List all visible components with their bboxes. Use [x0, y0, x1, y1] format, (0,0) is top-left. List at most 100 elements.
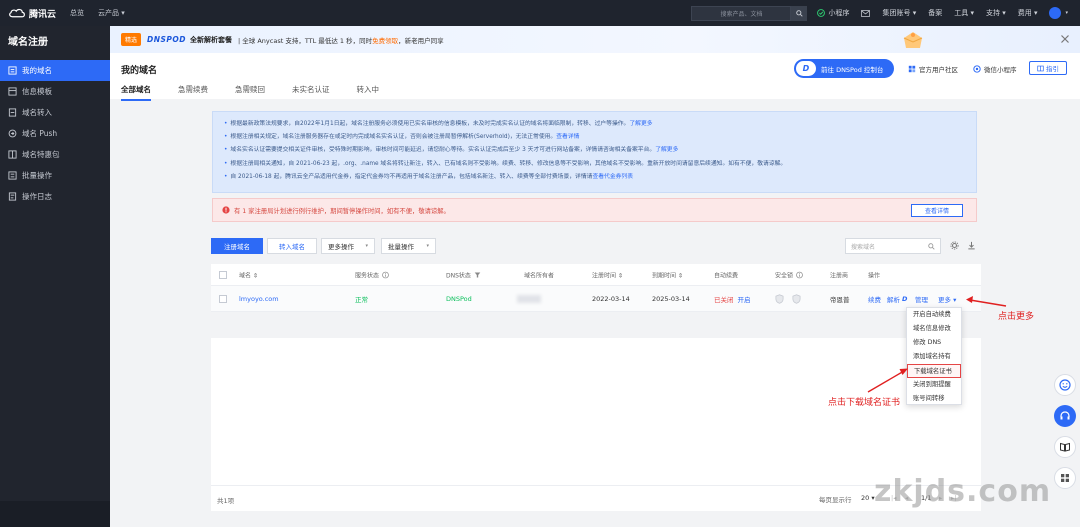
checkbox[interactable] [219, 270, 227, 279]
dnspod-small-logo-icon: D [902, 294, 908, 303]
sidebar-item-templates[interactable]: 信息模板 [0, 81, 110, 102]
notice-link[interactable]: 了解更多 [655, 147, 678, 153]
notice-link[interactable]: 查看代金券列表 [592, 174, 633, 180]
alert-details-button[interactable]: 查看详情 [911, 204, 963, 217]
sidebar-item-label: 域名 Push [22, 129, 58, 138]
col-security-lock-label: 安全锁 [775, 272, 794, 279]
sidebar-item-transfer[interactable]: 域名转入 [0, 102, 110, 123]
auto-renew-enable-link[interactable]: 开启 [738, 294, 751, 304]
user-menu[interactable]: ▾ [1049, 7, 1068, 19]
top-mail[interactable] [861, 9, 871, 17]
shield-icon[interactable] [775, 293, 784, 304]
sidebar-item-batch[interactable]: 批量操作 [0, 165, 110, 186]
close-icon[interactable] [1060, 34, 1070, 44]
dnspod-console-button[interactable]: D 前往 DNSPod 控制台 [794, 59, 894, 78]
sidebar-item-push[interactable]: 域名 Push [0, 123, 110, 144]
top-mini-program-label: 小程序 [828, 9, 850, 17]
row-checkbox[interactable] [219, 294, 227, 303]
promo-banner[interactable]: 精选 DNSPOD 全新解析套餐 | 全球 Anycast 支持，TTL 最低达… [110, 26, 1080, 53]
menu-add-domain-holder[interactable]: 添加域名持有 [907, 350, 961, 364]
renew-link[interactable]: 续费 [868, 294, 881, 304]
dnspod-logo-icon: D [796, 61, 816, 76]
register-domain-button[interactable]: 注册域名 [211, 238, 263, 254]
feedback-float-button[interactable] [1054, 374, 1076, 396]
menu-disable-expiry-reminder[interactable]: 关闭到期提醒 [907, 378, 961, 392]
menu-download-certificate[interactable]: 下载域名证书 [907, 364, 961, 378]
domain-name-link[interactable]: lmyoyo.com [239, 295, 279, 303]
transfer-domain-button[interactable]: 转入域名 [267, 238, 317, 254]
col-service-status-label: 服务状态 [355, 272, 380, 279]
page-size-select[interactable]: 20 ▾ [861, 494, 875, 502]
batch-operations-select[interactable]: 批量操作 ▾ [381, 238, 436, 254]
top-group-account[interactable]: 集团账号 ▾ [882, 8, 916, 18]
select-all-checkbox[interactable] [219, 270, 227, 279]
domain-table: 域名 ⇕ 服务状态 DNS状态 域名所有者 注册时间 ⇕ 到期时间 ⇕ 自动续费… [211, 264, 981, 312]
notice-line: • 自 2021-06-18 起，腾讯云全产品适用代金券，指定代金券均不再适用于域… [224, 171, 976, 184]
download-icon[interactable] [967, 241, 976, 250]
notice-link[interactable]: 了解更多 [629, 121, 652, 127]
top-search-input[interactable]: 搜索产品、文档 [691, 5, 792, 21]
notice-text: 自 2021-06-18 起，腾讯云全产品适用代金券，指定代金券均不再适用于域名… [230, 173, 593, 180]
template-icon [8, 87, 17, 96]
table-header: 域名 ⇕ 服务状态 DNS状态 域名所有者 注册时间 ⇕ 到期时间 ⇕ 自动续费… [211, 264, 981, 286]
table-row: lmyoyo.com 正常 DNSPod 2022-03-14 2025-03-… [211, 286, 981, 312]
banner-text-part2: ，新老用户同享 [398, 36, 444, 45]
checkbox[interactable] [219, 294, 227, 303]
more-operations-select[interactable]: 更多操作 ▾ [321, 238, 375, 254]
notice-link[interactable]: 查看详情 [556, 134, 579, 140]
manage-link[interactable]: 管理 [915, 294, 928, 304]
main-area: 精选 DNSPOD 全新解析套餐 | 全球 Anycast 支持，TTL 最低达… [110, 26, 1080, 527]
col-expire-time[interactable]: 到期时间 ⇕ [652, 270, 683, 279]
col-actions: 操作 [868, 272, 881, 279]
notice-line: • 根据注册局相关通知，自 2021-06-23 起，.org、.name 域名将… [224, 158, 976, 171]
register-date: 2022-03-14 [592, 294, 630, 303]
guide-button[interactable]: 指引 [1029, 61, 1067, 75]
sidebar-collapse-bar[interactable] [0, 501, 110, 527]
col-security-lock: 安全锁 [775, 270, 803, 279]
sidebar-item-package[interactable]: 域名特惠包 [0, 144, 110, 165]
top-billing[interactable]: 费用 ▾ [1018, 8, 1038, 18]
menu-modify-dns[interactable]: 修改 DNS [907, 336, 961, 350]
gear-icon[interactable] [950, 241, 959, 250]
sidebar-item-my-domains[interactable]: 我的域名 [0, 60, 110, 81]
col-domain[interactable]: 域名 ⇕ [239, 270, 258, 279]
dns-resolve-label: 解析 [887, 295, 900, 304]
domain-search-input[interactable]: 搜索域名 [845, 238, 941, 254]
banner-text: | 全球 Anycast 支持，TTL 最低达 1 秒，同时免费领取，新老用户同… [238, 35, 444, 45]
sidebar-item-label: 操作日志 [22, 192, 52, 201]
nav-products[interactable]: 云产品 ▾ [98, 8, 125, 18]
more-actions-link[interactable]: 更多 ▾ [938, 294, 956, 304]
nav-overview[interactable]: 总览 [70, 8, 84, 18]
mail-icon [861, 9, 871, 17]
top-search-button[interactable] [791, 5, 808, 21]
table-toolbar: 注册域名 转入域名 更多操作 ▾ 批量操作 ▾ 搜索域名 [211, 238, 981, 254]
info-icon[interactable] [382, 271, 389, 278]
tencent-cloud-logo[interactable]: 腾讯云 [8, 7, 70, 20]
col-dns-status-label: DNS状态 [446, 272, 471, 279]
menu-enable-auto-renew[interactable]: 开启自动续费 [907, 308, 961, 322]
docs-float-button[interactable] [1054, 436, 1076, 458]
more-actions-menu: 开启自动续费 域名信息修改 修改 DNS 添加域名持有 下载域名证书 关闭到期提… [906, 307, 962, 405]
sidebar-title: 域名注册 [8, 37, 48, 48]
col-register-time[interactable]: 注册时间 ⇕ [592, 270, 623, 279]
top-nav: 总览 云产品 ▾ [70, 8, 139, 18]
info-icon[interactable] [796, 271, 803, 278]
top-mini-program[interactable]: 小程序 [817, 8, 849, 18]
batch-operations-label: 批量操作 [388, 243, 414, 251]
top-support[interactable]: 支持 ▾ [986, 8, 1006, 18]
total-count: 共1项 [217, 497, 235, 505]
support-float-button[interactable] [1054, 405, 1076, 427]
top-icp[interactable]: 备案 [928, 8, 942, 18]
wechat-mini-program-link[interactable]: 微信小程序 [973, 64, 1017, 74]
community-link[interactable]: 官方用户社区 [908, 64, 958, 74]
grid-float-button[interactable] [1054, 467, 1076, 489]
banner-highlight[interactable]: 免费领取 [372, 37, 398, 45]
package-icon [8, 150, 17, 159]
menu-modify-domain-info[interactable]: 域名信息修改 [907, 322, 961, 336]
shield-icon[interactable] [792, 293, 801, 304]
top-tools[interactable]: 工具 ▾ [954, 8, 974, 18]
sidebar-item-log[interactable]: 操作日志 [0, 186, 110, 207]
filter-icon[interactable] [474, 271, 481, 278]
menu-account-transfer[interactable]: 账号间转移 [907, 392, 961, 406]
dns-resolve-link[interactable]: 解析 D [887, 294, 907, 304]
